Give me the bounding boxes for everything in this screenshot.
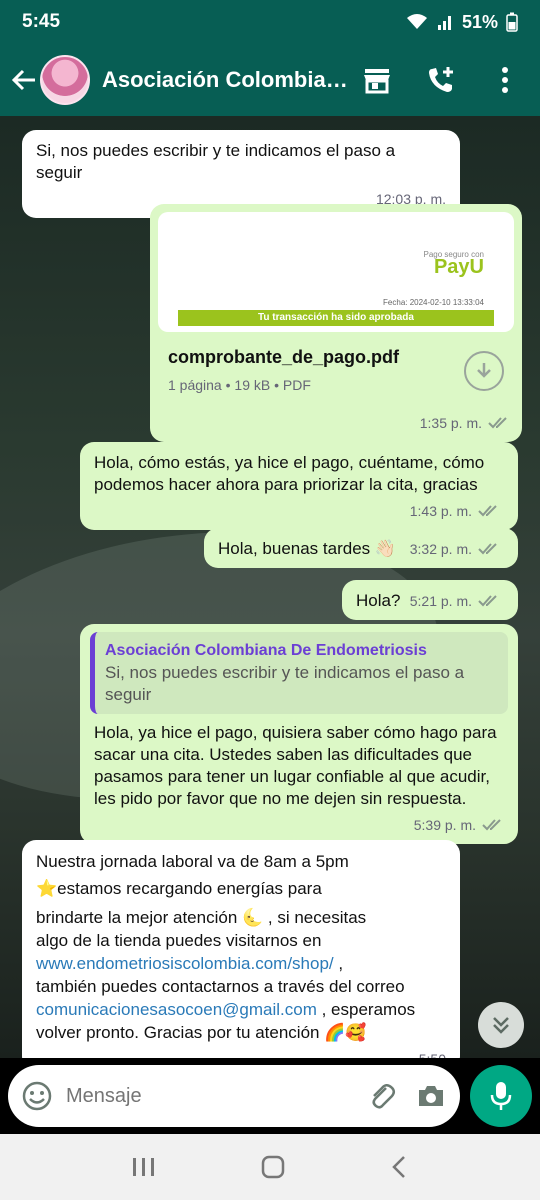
scroll-to-bottom-button[interactable] <box>478 1002 524 1048</box>
message-line: volver pronto. Gracias por tu atención 🌈… <box>36 1023 367 1042</box>
message-line: algo de la tienda puedes visitarnos en <box>36 931 322 950</box>
message-line: Nuestra jornada laboral va de 8am a 5pm <box>36 852 349 871</box>
attach-icon[interactable] <box>366 1080 398 1112</box>
microphone-icon <box>490 1082 512 1110</box>
double-chevron-down-icon <box>493 1017 509 1034</box>
message-time: 3:32 p. m. <box>409 541 472 557</box>
message-time: 5:21 p. m. <box>409 593 472 609</box>
chat-header: Asociación Colombiana De Endometriosis <box>0 44 540 116</box>
back-nav-icon[interactable] <box>389 1154 409 1180</box>
wifi-icon <box>406 14 427 29</box>
overflow-menu-button[interactable] <box>488 63 522 97</box>
more-vertical-icon <box>502 67 508 93</box>
outgoing-document-message[interactable]: Pago seguro con PayU Fecha: 2024-02-10 1… <box>150 204 522 442</box>
email-link[interactable]: comunicacionesasocoen@gmail.com <box>36 1000 317 1019</box>
system-nav-bar <box>0 1134 540 1200</box>
contact-avatar[interactable] <box>40 55 90 105</box>
message-line: , <box>333 954 344 973</box>
payu-approved-text: Tu transacción ha sido aprobada <box>258 312 414 323</box>
message-line: ⭐estamos recargando energías para <box>36 879 322 898</box>
voice-message-button[interactable] <box>470 1065 532 1127</box>
battery-icon <box>506 12 518 32</box>
phone-plus-icon <box>429 67 453 92</box>
message-time: 5:39 p. m. <box>413 817 476 833</box>
download-icon <box>477 363 491 378</box>
message-text: Hola, cómo estás, ya hice el pago, cuént… <box>94 453 485 494</box>
status-time: 5:45 <box>22 11 61 32</box>
recent-apps-icon[interactable] <box>131 1156 157 1178</box>
message-time: 1:35 p. m. <box>419 415 482 431</box>
document-size: 19 kB <box>234 377 271 393</box>
double-check-icon <box>478 595 497 607</box>
shop-link[interactable]: www.endometriosiscolombia.com/shop/ <box>36 954 334 973</box>
home-icon[interactable] <box>260 1154 286 1180</box>
message-line: también puedes contactarnos a través del… <box>36 977 405 996</box>
message-text: Si, nos puedes escribir y te indicamos e… <box>36 141 396 182</box>
arrow-left-icon <box>11 69 35 91</box>
camera-icon[interactable] <box>416 1083 446 1109</box>
quoted-message[interactable]: Asociación Colombiana De Endometriosis S… <box>90 632 508 714</box>
payu-approved-banner: Tu transacción ha sido aprobada <box>178 310 494 326</box>
message-text: Hola, ya hice el pago, quisiera saber có… <box>94 723 497 808</box>
store-icon <box>364 69 390 94</box>
quote-text: Si, nos puedes escribir y te indicamos e… <box>105 663 465 704</box>
message-line: brindarte la mejor atención 🌜 , si neces… <box>36 908 367 927</box>
quote-author: Asociación Colombiana De Endometriosis <box>105 642 427 659</box>
outgoing-message[interactable]: Hola? 5:21 p. m. <box>342 580 518 620</box>
message-text: Hola? <box>356 591 401 610</box>
download-button[interactable] <box>464 351 504 391</box>
message-time: 5:50 <box>419 1048 446 1058</box>
document-meta: 1 página • 19 kB • PDF <box>168 377 311 393</box>
add-call-button[interactable] <box>424 63 458 97</box>
emoji-icon[interactable] <box>22 1081 52 1111</box>
document-preview[interactable]: Pago seguro con PayU Fecha: 2024-02-10 1… <box>158 212 514 332</box>
message-input[interactable] <box>66 1084 366 1108</box>
catalog-button[interactable] <box>360 63 394 97</box>
chat-area[interactable]: Si, nos puedes escribir y te indicamos e… <box>0 116 540 1058</box>
double-check-icon <box>482 819 501 831</box>
back-button[interactable] <box>10 60 38 100</box>
message-text: Hola, buenas tardes 👋🏻 <box>218 539 397 558</box>
signal-icon <box>437 16 451 30</box>
incoming-message[interactable]: Nuestra jornada laboral va de 8am a 5pm … <box>22 840 460 1058</box>
message-input-container <box>8 1065 460 1127</box>
document-pages: 1 página <box>168 377 222 393</box>
document-name: comprobante_de_pago.pdf <box>168 347 400 367</box>
chat-title[interactable]: Asociación Colombiana De Endometriosis <box>102 67 352 93</box>
message-time: 1:43 p. m. <box>409 503 472 519</box>
outgoing-message[interactable]: Hola, buenas tardes 👋🏻 3:32 p. m. <box>204 528 518 568</box>
battery-percent: 51% <box>461 11 498 32</box>
message-line: , esperamos <box>316 1000 416 1019</box>
outgoing-message[interactable]: Hola, cómo estás, ya hice el pago, cuént… <box>80 442 518 530</box>
double-check-icon <box>488 417 507 429</box>
double-check-icon <box>478 543 497 555</box>
outgoing-reply-message[interactable]: Asociación Colombiana De Endometriosis S… <box>80 624 518 844</box>
double-check-icon <box>478 505 497 517</box>
payu-logo: PayU <box>433 256 484 278</box>
document-type: PDF <box>282 377 311 393</box>
status-bar: 5:45 51% <box>0 0 540 44</box>
status-icons: 51% <box>406 12 518 33</box>
composer <box>0 1058 540 1134</box>
